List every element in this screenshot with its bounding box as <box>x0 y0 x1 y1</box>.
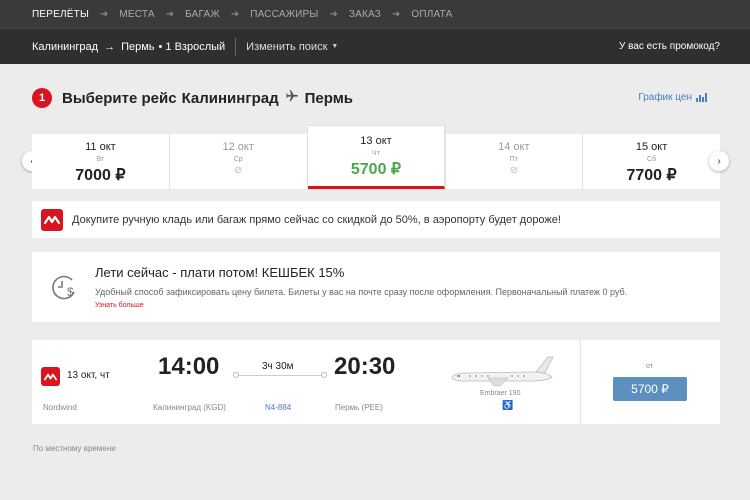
search-passengers: • 1 Взрослый <box>158 40 226 53</box>
flight-duration: 3ч 30м <box>262 361 294 372</box>
select-price-button[interactable]: 5700 ₽ <box>613 377 687 401</box>
banner-text: Докупите ручную кладь или багаж прямо се… <box>72 213 561 226</box>
search-from: Калининград <box>32 40 99 53</box>
step-passengers[interactable]: ПАССАЖИРЫ <box>250 9 318 20</box>
no-flights-icon: ⊘ <box>509 165 518 176</box>
step-seats[interactable]: МЕСТА <box>119 9 154 20</box>
chevron-right-icon: › <box>717 155 721 167</box>
date-price: 7700 ₽ <box>626 167 677 184</box>
date-price: 5700 ₽ <box>350 161 402 178</box>
date-option[interactable]: 12 окт Ср ⊘ <box>170 134 308 189</box>
title-from: Калининград <box>181 89 279 107</box>
search-summary: Калининград → Пермь • 1 Взрослый Изменит… <box>0 28 750 64</box>
plane-icon <box>285 89 299 107</box>
no-flights-icon: ⊘ <box>234 165 243 176</box>
nordwind-logo <box>41 367 60 386</box>
route-line <box>236 375 324 376</box>
date-label: 13 окт <box>360 135 392 147</box>
arrival-airport: Пермь (PEE) <box>335 403 383 412</box>
departure-airport: Калининград (KGD) <box>153 403 226 412</box>
date-selector: 11 окт Вт 7000 ₽ 12 окт Ср ⊘ 13 окт Чт 5… <box>32 126 720 189</box>
date-label: 14 окт <box>498 141 530 153</box>
step-flights[interactable]: ПЕРЕЛЁТЫ <box>32 9 89 20</box>
clock-dollar-icon: $ <box>52 275 75 300</box>
divider <box>235 37 237 56</box>
date-option-selected[interactable]: 13 окт Чт 5700 ₽ <box>307 126 446 189</box>
bar-chart-icon <box>696 93 708 102</box>
date-option[interactable]: 15 окт Сб 7700 ₽ <box>583 134 720 189</box>
arrow-right-icon: → <box>104 40 116 53</box>
learn-more-link[interactable]: Узнать больше <box>95 302 144 309</box>
promo-code-link[interactable]: У вас есть промокод? <box>619 41 720 52</box>
arrow-right-icon: ➜ <box>100 8 109 20</box>
search-to: Пермь <box>121 40 155 53</box>
svg-text:$: $ <box>67 285 74 299</box>
date-label: 11 окт <box>85 141 116 153</box>
step-order[interactable]: ЗАКАЗ <box>349 9 381 20</box>
local-time-note: По местному времени <box>33 444 116 453</box>
day-of-week: Чт <box>372 150 380 157</box>
price-from-label: от <box>646 363 653 370</box>
change-search-label: Изменить поиск <box>246 40 328 53</box>
date-option[interactable]: 14 окт Пт ⊘ <box>445 134 584 189</box>
cashback-card: $ Лети сейчас - плати потом! КЕШБЕК 15% … <box>32 252 720 322</box>
day-of-week: Вт <box>96 156 105 163</box>
chevron-down-icon: ▼ <box>331 43 339 51</box>
flight-card[interactable]: 13 окт, чт Nordwind 14:00 Калининград (K… <box>32 340 720 424</box>
page-title: 1 Выберите рейс Калининград Пермь <box>32 88 353 108</box>
title-to: Пермь <box>304 89 354 107</box>
price-graph-link[interactable]: График цен <box>638 92 708 103</box>
date-label: 12 окт <box>222 141 254 153</box>
arrow-right-icon: ➜ <box>329 8 338 20</box>
aircraft-model: Embraer 190 <box>480 390 521 397</box>
title-prefix: Выберите рейс <box>62 89 177 107</box>
aircraft-image <box>451 356 554 387</box>
cashback-title: Лети сейчас - плати потом! КЕШБЕК 15% <box>95 265 345 280</box>
step-baggage[interactable]: БАГАЖ <box>185 9 220 20</box>
cashback-description: Удобный способ зафиксировать цену билета… <box>95 287 628 297</box>
arrow-right-icon: ➜ <box>165 8 175 20</box>
divider <box>580 340 581 424</box>
date-price: 7000 ₽ <box>75 167 126 184</box>
day-of-week: Пт <box>509 156 518 163</box>
next-dates-button[interactable]: › <box>709 151 729 171</box>
route-start-dot <box>233 372 239 378</box>
nordwind-logo <box>41 208 63 231</box>
wheelchair-icon: ♿ <box>502 400 514 410</box>
step-number-badge: 1 <box>32 88 52 108</box>
airline-name: Nordwind <box>43 403 77 412</box>
flight-number-link[interactable]: N4-884 <box>265 403 291 412</box>
arrow-right-icon: ➜ <box>392 8 401 20</box>
arrow-right-icon: ➜ <box>230 8 240 20</box>
step-payment[interactable]: ОПЛАТА <box>411 9 452 20</box>
day-of-week: Ср <box>233 156 243 163</box>
baggage-promo-banner: Докупите ручную кладь или багаж прямо се… <box>32 201 720 238</box>
route-end-dot <box>321 372 327 378</box>
change-search-button[interactable]: Изменить поиск ▼ <box>246 41 338 53</box>
flight-date: 13 окт, чт <box>67 370 110 381</box>
price-graph-label: График цен <box>638 92 692 103</box>
departure-time: 14:00 <box>158 353 220 380</box>
arrival-time: 20:30 <box>334 353 396 380</box>
date-option[interactable]: 11 окт Вт 7000 ₽ <box>32 134 170 189</box>
day-of-week: Сб <box>647 156 657 163</box>
date-label: 15 окт <box>635 141 668 153</box>
booking-steps: ПЕРЕЛЁТЫ ➜ МЕСТА ➜ БАГАЖ ➜ ПАССАЖИРЫ ➜ З… <box>0 0 750 28</box>
